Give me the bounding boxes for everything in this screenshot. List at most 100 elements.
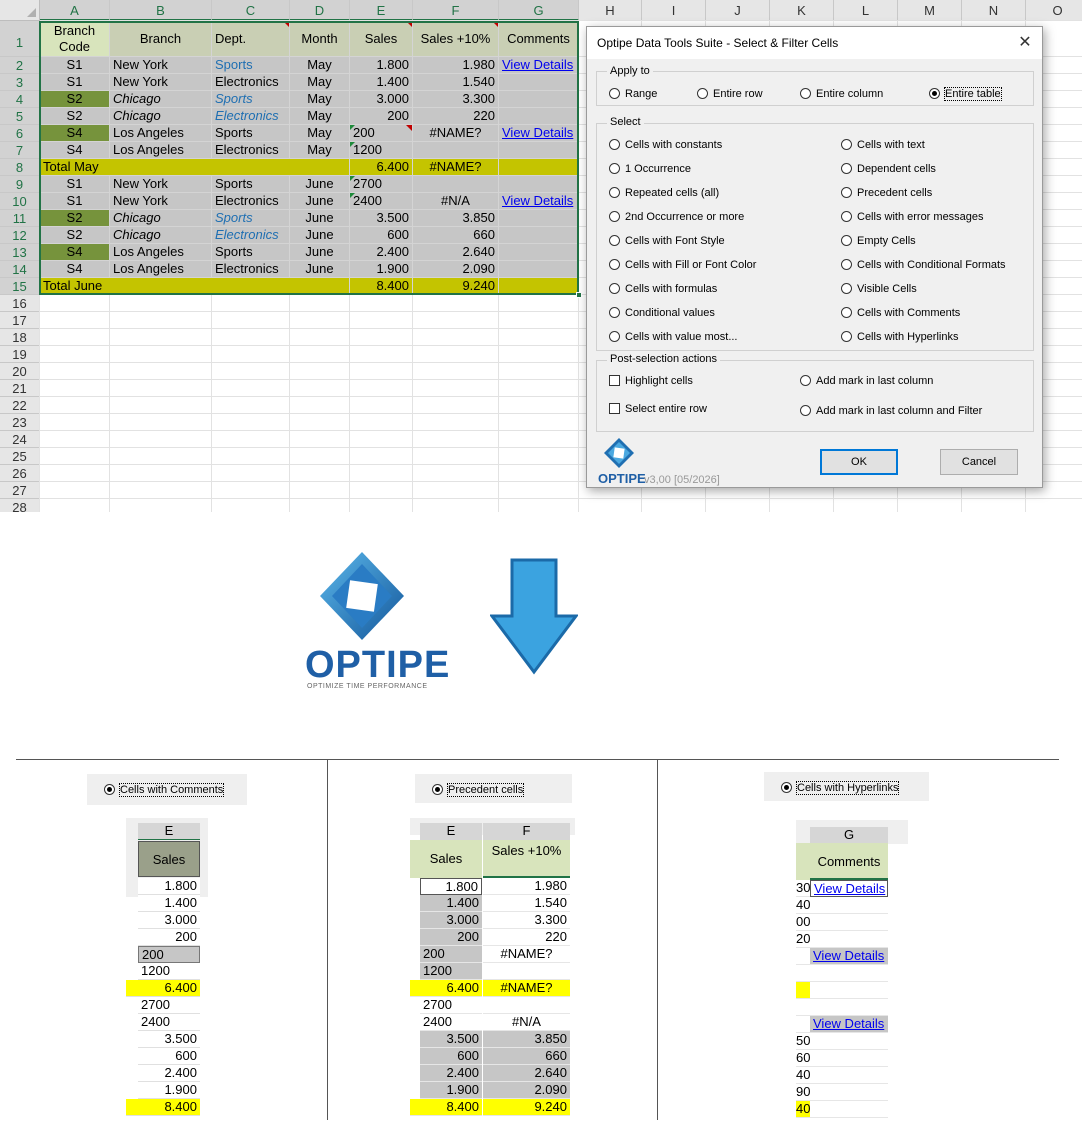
hyperlink-view-details[interactable]: View Details — [810, 1016, 888, 1033]
hyperlink-view-details[interactable]: View Details — [810, 880, 888, 897]
row-header-23[interactable]: 23 — [0, 414, 40, 431]
column-header-n[interactable]: N — [962, 0, 1026, 21]
row-header-14[interactable]: 14 — [0, 261, 40, 278]
cancel-button[interactable]: Cancel — [940, 449, 1018, 475]
highlight-cells-checkbox[interactable]: Highlight cells — [609, 374, 693, 388]
column-header-l[interactable]: L — [834, 0, 898, 21]
total-label: Total May — [40, 159, 350, 176]
header-cell-c[interactable]: Dept. — [212, 21, 290, 57]
column-header-d[interactable]: D — [290, 0, 350, 21]
row-header-2[interactable]: 2 — [0, 57, 40, 74]
select-option-radio[interactable]: Cells with Comments — [841, 306, 960, 320]
column-header-k[interactable]: K — [770, 0, 834, 21]
select-option-radio[interactable]: Cells with formulas — [609, 282, 717, 296]
header-cell-b[interactable]: Branch — [110, 21, 212, 57]
header-cell-g[interactable]: Comments — [499, 21, 579, 57]
column-header-j[interactable]: J — [706, 0, 770, 21]
row-header-27[interactable]: 27 — [0, 482, 40, 499]
column-header-o[interactable]: O — [1026, 0, 1082, 21]
mini-value-e: 1.900 — [420, 1082, 482, 1099]
select-option-radio[interactable]: Empty Cells — [841, 234, 916, 248]
row-header-20[interactable]: 20 — [0, 363, 40, 380]
select-option-radio[interactable]: Repeated cells (all) — [609, 186, 719, 200]
select-option-radio[interactable]: Cells with constants — [609, 138, 722, 152]
row-header-1[interactable]: 1 — [0, 21, 40, 57]
hyperlinks-option-box[interactable]: Cells with Hyperlinks — [764, 772, 929, 801]
comments-option-box[interactable]: Cells with Comments — [87, 774, 247, 805]
row-header-13[interactable]: 13 — [0, 244, 40, 261]
table-cell-f: 220 — [413, 108, 499, 125]
column-header-g[interactable]: G — [499, 0, 579, 21]
select-option-radio[interactable]: 1 Occurrence — [609, 162, 691, 176]
header-cell-a[interactable]: Branch Code — [40, 21, 110, 57]
add-mark-last-column-radio[interactable]: Add mark in last column — [800, 374, 933, 388]
mini-cell — [810, 982, 888, 999]
fill-handle[interactable] — [576, 292, 582, 298]
header-cell-d[interactable]: Month — [290, 21, 350, 57]
header-cell-f[interactable]: Sales +10% — [413, 21, 499, 57]
column-header-b[interactable]: B — [110, 0, 212, 21]
row-header-24[interactable]: 24 — [0, 431, 40, 448]
row-header-15[interactable]: 15 — [0, 278, 40, 295]
hyperlink-view-details[interactable]: View Details — [810, 948, 888, 965]
select-option-radio[interactable]: Cells with error messages — [841, 210, 984, 224]
table-cell-f: #NAME? — [413, 159, 499, 176]
row-header-17[interactable]: 17 — [0, 312, 40, 329]
select-all-corner[interactable] — [0, 0, 40, 21]
table-cell-g[interactable]: View Details — [499, 57, 579, 74]
row-header-25[interactable]: 25 — [0, 448, 40, 465]
row-header-4[interactable]: 4 — [0, 91, 40, 108]
table-cell-d: June — [290, 193, 350, 210]
select-entire-row-checkbox[interactable]: Select entire row — [609, 402, 707, 416]
select-option-radio[interactable]: 2nd Occurrence or more — [609, 210, 744, 224]
row-header-8[interactable]: 8 — [0, 159, 40, 176]
row-header-6[interactable]: 6 — [0, 125, 40, 142]
row-header-21[interactable]: 21 — [0, 380, 40, 397]
table-cell-c: Electronics — [212, 227, 290, 244]
table-cell-a: S1 — [40, 176, 110, 193]
apply-to-entire-column-radio[interactable]: Entire column — [800, 87, 883, 101]
precedent-option-box[interactable]: Precedent cells — [415, 774, 572, 803]
select-option-radio[interactable]: Cells with Hyperlinks — [841, 330, 958, 344]
column-header-a[interactable]: A — [40, 0, 110, 21]
row-header-16[interactable]: 16 — [0, 295, 40, 312]
apply-to-entire-table-radio[interactable]: Entire table — [929, 87, 1002, 101]
row-header-10[interactable]: 10 — [0, 193, 40, 210]
row-header-7[interactable]: 7 — [0, 142, 40, 159]
row-header-12[interactable]: 12 — [0, 227, 40, 244]
table-cell-g[interactable]: View Details — [499, 193, 579, 210]
select-option-radio[interactable]: Cells with Fill or Font Color — [609, 258, 756, 272]
row-header-28[interactable]: 28 — [0, 499, 40, 512]
row-header-26[interactable]: 26 — [0, 465, 40, 482]
column-header-f[interactable]: F — [413, 0, 499, 21]
select-option-radio[interactable]: Conditional values — [609, 306, 715, 320]
column-header-m[interactable]: M — [898, 0, 962, 21]
column-header-i[interactable]: I — [642, 0, 706, 21]
select-option-radio[interactable]: Dependent cells — [841, 162, 936, 176]
select-option-radio[interactable]: Cells with text — [841, 138, 925, 152]
add-mark-filter-radio[interactable]: Add mark in last column and Filter — [800, 404, 982, 418]
mini-value-e: 1.400 — [420, 895, 482, 912]
mini-value-f: 2.090 — [483, 1082, 570, 1099]
apply-to-entire-row-radio[interactable]: Entire row — [697, 87, 763, 101]
row-header-5[interactable]: 5 — [0, 108, 40, 125]
select-option-radio[interactable]: Cells with Font Style — [609, 234, 725, 248]
row-header-11[interactable]: 11 — [0, 210, 40, 227]
select-option-radio[interactable]: Precedent cells — [841, 186, 932, 200]
ok-button[interactable]: OK — [820, 449, 898, 475]
column-header-h[interactable]: H — [579, 0, 642, 21]
close-icon[interactable]: ✕ — [1016, 27, 1034, 59]
apply-to-range-radio[interactable]: Range — [609, 87, 657, 101]
select-option-radio[interactable]: Cells with Conditional Formats — [841, 258, 1006, 272]
column-header-c[interactable]: C — [212, 0, 290, 21]
table-cell-g[interactable]: View Details — [499, 125, 579, 142]
row-header-19[interactable]: 19 — [0, 346, 40, 363]
header-cell-e[interactable]: Sales — [350, 21, 413, 57]
select-option-radio[interactable]: Cells with value most... — [609, 330, 737, 344]
row-header-9[interactable]: 9 — [0, 176, 40, 193]
row-header-3[interactable]: 3 — [0, 74, 40, 91]
row-header-22[interactable]: 22 — [0, 397, 40, 414]
column-header-e[interactable]: E — [350, 0, 413, 21]
select-option-radio[interactable]: Visible Cells — [841, 282, 917, 296]
row-header-18[interactable]: 18 — [0, 329, 40, 346]
